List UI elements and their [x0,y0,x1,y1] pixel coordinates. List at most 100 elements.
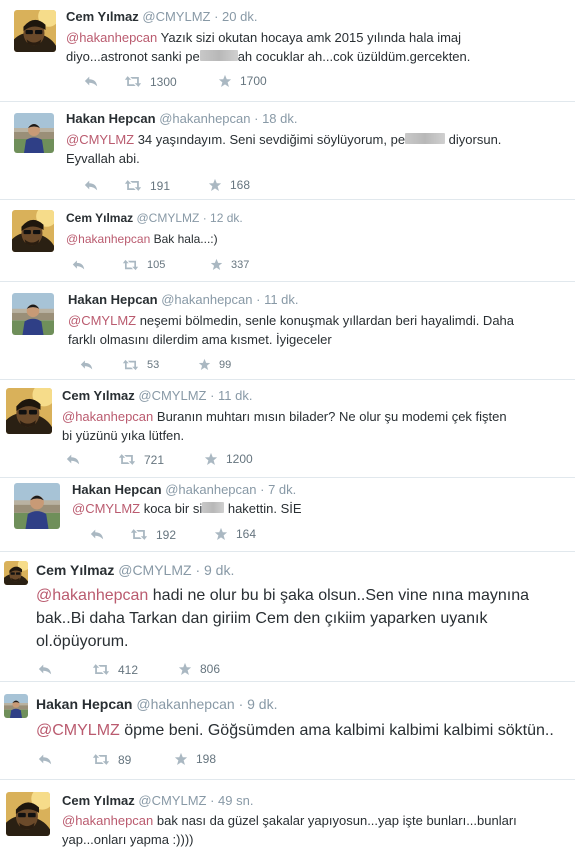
favorite-button[interactable]: 806 [178,662,220,676]
avatar[interactable] [6,792,50,836]
reply-arrow-icon [38,662,52,676]
reply-button[interactable] [80,358,93,371]
author-handle[interactable]: @CMYLMZ [118,562,191,578]
retweet-button[interactable]: 105 [122,258,165,272]
avatar[interactable] [4,561,28,585]
reply-button[interactable] [66,452,80,466]
author-handle[interactable]: @CMYLMZ [137,211,200,225]
reply-button[interactable] [72,258,85,271]
timestamp[interactable]: · 18 dk. [254,111,297,126]
author-name[interactable]: Cem Yılmaz [62,793,135,808]
timestamp[interactable]: · 11 dk. [210,388,252,403]
timestamp[interactable]: · 12 dk. [203,211,243,225]
retweet-button[interactable]: 412 [92,662,138,677]
favorite-count: 1200 [226,452,253,466]
tweet-header: Cem Yılmaz @CMYLMZ · 11 dk. [62,388,252,403]
tweet-header: Hakan Hepcan @hakanhepcan · 7 dk. [72,482,296,497]
mention-link[interactable]: @CMYLMZ [66,132,134,147]
reply-button[interactable] [90,527,104,541]
timestamp[interactable]: · 7 dk. [260,482,296,497]
avatar[interactable] [14,483,60,529]
avatar[interactable] [12,210,54,252]
author-handle[interactable]: @CMYLMZ [142,9,210,24]
tweet-header: Hakan Hepcan @hakanhepcan · 11 dk. [68,292,299,307]
avatar[interactable] [4,694,28,718]
star-icon [214,527,228,541]
star-icon [198,358,211,371]
mention-link[interactable]: @hakanhepcan [66,30,157,45]
favorite-button[interactable]: 198 [174,752,216,766]
tweet[interactable]: Hakan Hepcan @hakanhepcan · 9 dk. @CMYLM… [0,682,575,778]
favorite-button[interactable]: 164 [214,527,256,541]
timestamp[interactable]: · 20 dk. [214,9,257,24]
author-name[interactable]: Cem Yılmaz [62,388,135,403]
star-icon [174,752,188,766]
retweet-button[interactable]: 721 [118,452,164,467]
author-name[interactable]: Cem Yılmaz [66,211,133,225]
retweet-button[interactable]: 89 [92,752,131,767]
author-handle[interactable]: @hakanhepcan [136,696,234,712]
favorite-button[interactable]: 99 [198,358,231,371]
tweet[interactable]: Cem Yılmaz @CMYLMZ · 11 dk. @hakanhepcan… [0,380,575,476]
author-name[interactable]: Cem Yılmaz [66,9,139,24]
reply-arrow-icon [38,752,52,766]
reply-button[interactable] [84,178,98,192]
avatar[interactable] [14,113,54,153]
tweet-text: @hakanhepcan hadi ne olur bu bi şaka ols… [36,587,530,650]
tweet-actions: 53 99 [80,358,480,376]
favorite-button[interactable]: 1700 [218,74,267,88]
author-handle[interactable]: @hakanhepcan [161,292,252,307]
tweet[interactable]: Cem Yılmaz @CMYLMZ · 12 dk. @hakanhepcan… [0,200,575,280]
timestamp[interactable]: · 49 sn. [210,793,253,808]
author-name[interactable]: Cem Yılmaz [36,562,114,578]
tweet-actions: 1300 1700 [84,74,484,92]
retweet-button[interactable]: 192 [130,527,176,542]
timestamp[interactable]: · 11 dk. [256,292,298,307]
mention-link[interactable]: @CMYLMZ [68,313,136,328]
reply-button[interactable] [38,752,52,766]
author-handle[interactable]: @hakanhepcan [165,482,256,497]
censor-blur [199,50,238,61]
favorite-button[interactable]: 1200 [204,452,253,466]
tweet[interactable]: Hakan Hepcan @hakanhepcan · 18 dk. @CMYL… [0,102,575,198]
retweet-button[interactable]: 53 [122,358,159,372]
retweet-count: 89 [118,752,132,767]
star-icon [218,74,232,88]
retweet-button[interactable]: 191 [124,178,170,193]
author-name[interactable]: Hakan Hepcan [36,696,132,712]
tweet[interactable]: Hakan Hepcan @hakanhepcan · 11 dk. @CMYL… [0,282,575,378]
avatar[interactable] [14,10,56,52]
retweet-button[interactable]: 1300 [124,74,177,89]
mention-link[interactable]: @hakanhepcan [36,587,148,604]
tweet[interactable]: Cem Yılmaz @CMYLMZ · 49 sn. @hakanhepcan… [0,780,575,848]
author-name[interactable]: Hakan Hepcan [72,482,162,497]
tweet[interactable]: Cem Yılmaz @CMYLMZ · 9 dk. @hakanhepcan … [0,552,575,680]
censor-blur [202,502,225,513]
author-name[interactable]: Hakan Hepcan [68,292,158,307]
tweet-actions: 89 198 [38,752,438,770]
mention-link[interactable]: @hakanhepcan [62,409,153,424]
tweet[interactable]: Hakan Hepcan @hakanhepcan · 7 dk. @CMYLM… [0,478,575,550]
reply-button[interactable] [84,74,98,88]
tweet[interactable]: Cem Yılmaz @CMYLMZ · 20 dk. @hakanhepcan… [0,0,575,100]
timestamp[interactable]: · 9 dk. [239,696,278,712]
author-handle[interactable]: @CMYLMZ [138,388,206,403]
avatar[interactable] [6,388,52,434]
mention-link[interactable]: @hakanhepcan [62,813,153,828]
mention-link[interactable]: @CMYLMZ [72,501,140,516]
tweet-header: Hakan Hepcan @hakanhepcan · 18 dk. [66,111,297,126]
author-name[interactable]: Hakan Hepcan [66,111,156,126]
author-handle[interactable]: @hakanhepcan [159,111,250,126]
reply-button[interactable] [38,662,52,676]
reply-arrow-icon [66,452,80,466]
mention-link[interactable]: @CMYLMZ [36,722,120,739]
favorite-count: 337 [231,258,250,271]
tweet-header: Hakan Hepcan @hakanhepcan · 9 dk. [36,696,277,712]
timestamp[interactable]: · 9 dk. [195,562,234,578]
retweet-icon [122,358,139,372]
mention-link[interactable]: @hakanhepcan [66,232,150,246]
favorite-button[interactable]: 337 [210,258,249,271]
avatar[interactable] [12,293,54,335]
favorite-button[interactable]: 168 [208,178,250,192]
author-handle[interactable]: @CMYLMZ [138,793,206,808]
